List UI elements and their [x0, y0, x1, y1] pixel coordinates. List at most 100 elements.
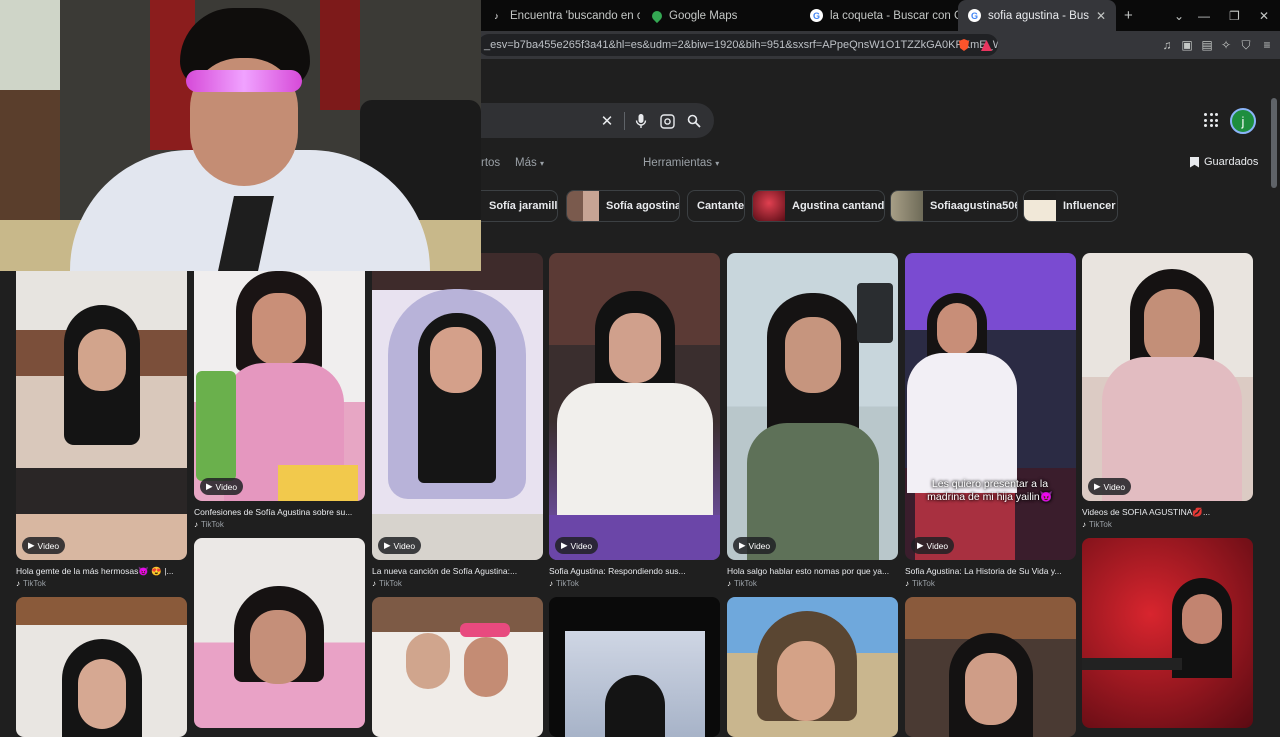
result-source: ♪ TikTok: [194, 520, 224, 529]
play-icon: ▶: [1094, 481, 1101, 491]
result-source: ♪ TikTok: [549, 579, 579, 588]
chip-thumbnail: [567, 191, 599, 221]
video-overlay-text: Les quiero presentar a la madrina de mi …: [927, 478, 1053, 503]
jacket-shape: [557, 383, 713, 523]
lens-camera-icon[interactable]: [658, 112, 676, 130]
result-thumbnail: [194, 538, 365, 728]
vpn-icon[interactable]: ⛉: [1238, 37, 1254, 53]
media-icon[interactable]: ♫: [1159, 37, 1175, 53]
address-bar[interactable]: _esv=b7ba455e265f3a41&hl=es&udm=2&biw=19…: [478, 34, 998, 56]
chip-agustina-cantando[interactable]: Agustina cantando: [752, 190, 885, 222]
tiktok-icon: ♪: [494, 10, 499, 21]
tab-la-coqueta[interactable]: G la coqueta - Buscar con Google: [800, 0, 958, 31]
play-icon: ▶: [206, 481, 213, 491]
nav-mas[interactable]: Más ▾: [515, 157, 544, 169]
chevron-down-icon: ▾: [715, 159, 720, 168]
face-shape: [406, 633, 450, 689]
face-shape: [78, 329, 126, 391]
saved-button[interactable]: Guardados: [1190, 156, 1258, 168]
tab-sofia-agustina[interactable]: G sofia agustina - Buscar con Goo ✕: [958, 0, 1116, 31]
face-shape: [464, 637, 508, 697]
result-thumbnail: ▶ Video: [1082, 253, 1253, 501]
face-shape: [965, 653, 1017, 725]
result-thumbnail: ▶ Video: [372, 253, 543, 560]
google-icon: G: [810, 9, 823, 22]
nav-herramientas[interactable]: Herramientas ▾: [643, 157, 719, 169]
play-icon: ▶: [917, 540, 924, 550]
snack-shape: [278, 465, 358, 501]
result-title[interactable]: La nueva canción de Sofía Agustina:...: [372, 566, 543, 576]
tab-google-maps[interactable]: Google Maps: [642, 0, 800, 31]
new-tab-button[interactable]: +: [1124, 0, 1133, 31]
video-badge: ▶ Video: [733, 537, 777, 554]
tiktok-icon: ♪: [727, 579, 731, 588]
video-badge: ▶ Video: [22, 537, 66, 554]
sidebar-icon[interactable]: ▣: [1179, 37, 1195, 53]
tab-label: Encuentra 'buscando en colombia u: [510, 9, 640, 22]
result-title[interactable]: Sofia Agustina: La Historia de Su Vida y…: [905, 566, 1076, 576]
face-shape: [609, 313, 661, 383]
brave-rewards-icon[interactable]: [978, 37, 994, 53]
result-thumbnail: [1082, 538, 1253, 728]
chip-sofia-agostina[interactable]: Sofía agostina: [566, 190, 680, 222]
tiktok-icon: ♪: [905, 579, 909, 588]
face-shape: [1182, 594, 1222, 644]
bag-shape: [857, 283, 893, 343]
result-title[interactable]: Hola gemte de la más hermosas😈 😍 |...: [16, 566, 187, 577]
close-window-icon[interactable]: ✕: [1259, 0, 1269, 31]
clear-search-icon[interactable]: ✕: [598, 112, 616, 130]
page-scrollbar[interactable]: [1271, 98, 1277, 188]
result-source: ♪ TikTok: [372, 579, 402, 588]
window-shape: [0, 0, 60, 90]
chip-sofia-jaramillo[interactable]: Sofía jaramillo: [481, 190, 558, 222]
chip-cantante[interactable]: Cantante: [687, 190, 745, 222]
microphone-icon[interactable]: [632, 112, 650, 130]
result-title[interactable]: Hola salgo hablar esto nomas por que ya.…: [727, 566, 898, 576]
video-badge: ▶ Video: [1088, 478, 1132, 495]
result-title[interactable]: Videos de SOFIA AGUSTINA💋...: [1082, 507, 1253, 518]
face-shape: [252, 293, 306, 365]
tab-search-icon[interactable]: ⌄: [1174, 0, 1184, 31]
tab-label: la coqueta - Buscar con Google: [830, 9, 958, 22]
result-thumbnail: [905, 597, 1076, 737]
menu-icon[interactable]: ≡: [1259, 37, 1275, 53]
video-badge: ▶ Video: [378, 537, 422, 554]
close-tab-icon[interactable]: ✕: [1096, 9, 1106, 23]
google-apps-icon[interactable]: [1204, 113, 1218, 127]
url-text: _esv=b7ba455e265f3a41&hl=es&udm=2&biw=19…: [484, 39, 998, 51]
tiktok-icon: ♪: [16, 579, 20, 588]
result-source: ♪ TikTok: [727, 579, 757, 588]
tiktok-icon: ♪: [549, 579, 553, 588]
search-icon[interactable]: [685, 112, 703, 130]
chip-thumbnail: [1024, 191, 1056, 221]
bottle-shape: [196, 371, 236, 481]
search-input[interactable]: ✕: [440, 103, 714, 138]
face-shape: [78, 659, 126, 729]
chip-influencer[interactable]: Influencer: [1023, 190, 1118, 222]
sunglasses-shape: [186, 70, 302, 92]
face-shape: [777, 641, 835, 721]
jacket-shape: [907, 353, 1017, 493]
nav-productos[interactable]: rtos: [481, 157, 500, 169]
result-source: ♪ TikTok: [16, 579, 46, 588]
tab-tiktok[interactable]: ♪ Encuentra 'buscando en colombia u: [480, 0, 640, 31]
result-thumbnail: Les quiero presentar a la madrina de mi …: [905, 253, 1076, 560]
curtain-shape: [320, 0, 360, 110]
chip-sofiaagustina506[interactable]: Sofiaagustina506: [890, 190, 1018, 222]
keyboard-shape: [1082, 658, 1182, 670]
leo-ai-icon[interactable]: ✧: [1218, 37, 1234, 53]
wallet-icon[interactable]: ▤: [1199, 37, 1215, 53]
face-shape: [1144, 289, 1200, 365]
video-badge: ▶ Video: [911, 537, 955, 554]
restore-icon[interactable]: ❐: [1229, 0, 1240, 31]
result-title[interactable]: Confesiones de Sofía Agustina sobre su..…: [194, 507, 365, 517]
play-icon: ▶: [28, 540, 35, 550]
google-icon: G: [968, 9, 981, 22]
result-title[interactable]: Sofia Agustina: Respondiendo sus...: [549, 566, 720, 576]
result-thumbnail: ▶ Video: [194, 253, 365, 501]
minimize-icon[interactable]: —: [1198, 0, 1210, 31]
brave-shields-icon[interactable]: [956, 37, 972, 53]
result-thumbnail: [16, 597, 187, 737]
play-icon: ▶: [561, 540, 568, 550]
avatar[interactable]: j: [1230, 108, 1256, 134]
